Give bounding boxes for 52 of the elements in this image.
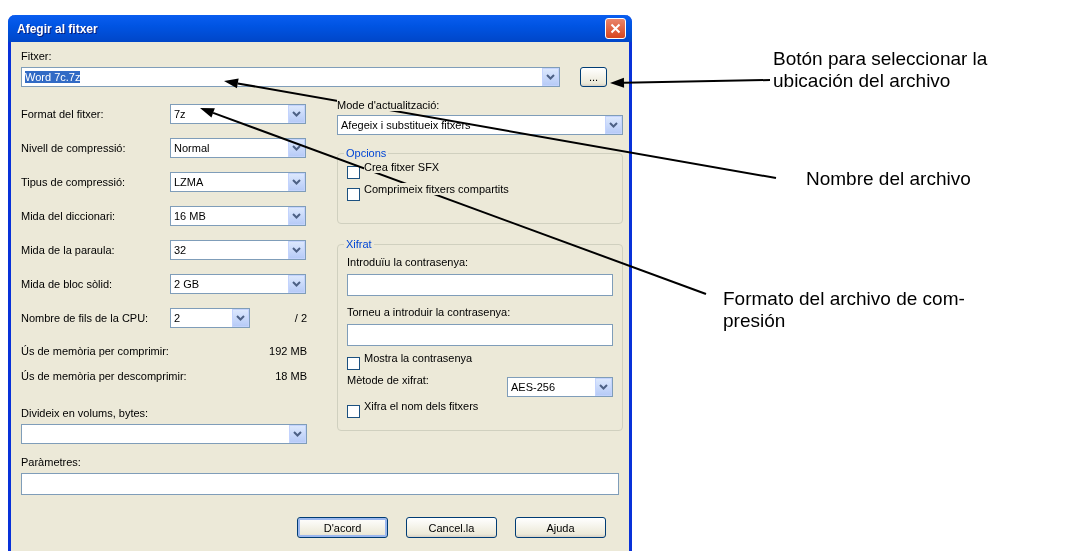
volume-size-combo[interactable] — [21, 424, 307, 444]
parameters-field[interactable] — [21, 473, 619, 495]
field-label: Mida del diccionari: — [21, 210, 117, 222]
setting-combo[interactable]: 2 — [170, 308, 250, 328]
dialog-button[interactable]: Cancel.la — [406, 517, 497, 538]
setting-combo[interactable]: 7z — [170, 104, 306, 124]
checkbox[interactable] — [347, 356, 360, 370]
checkbox[interactable] — [347, 404, 360, 418]
password-field[interactable] — [347, 324, 613, 346]
field-label: Nombre de fils de la CPU: — [21, 312, 150, 324]
checkbox[interactable] — [347, 165, 360, 179]
close-icon — [610, 23, 621, 34]
dialog-button[interactable]: D'acord — [297, 517, 388, 538]
memory-label: Ús de memòria per descomprimir: — [21, 370, 187, 382]
checkbox-label: Crea fitxer SFX — [364, 161, 440, 173]
thread-count: / 2 — [294, 312, 307, 324]
file-name-combo[interactable]: Word 7c.7z — [21, 67, 560, 87]
annotation-text: Nombre del archivo — [806, 168, 971, 190]
memory-value: 18 MB — [275, 370, 307, 382]
checkbox[interactable] — [347, 187, 360, 201]
dialog-button[interactable]: Ajuda — [515, 517, 606, 538]
window-title: Afegir al fitxer — [17, 21, 98, 36]
password-field[interactable] — [347, 274, 613, 296]
setting-combo[interactable]: 16 MB — [170, 206, 306, 226]
memory-label: Ús de memòria per comprimir: — [21, 345, 169, 357]
field-label: Torneu a introduir la contrasenya: — [347, 306, 511, 318]
field-label: Mode d'actualització: — [337, 99, 440, 111]
field-label: Format del fitxer: — [21, 108, 105, 120]
annotation-text: Formato del archivo de com- presión — [723, 288, 965, 332]
field-label: Tipus de compressió: — [21, 176, 127, 188]
checkbox-label: Comprimeix fitxers compartits — [364, 183, 509, 195]
group-title: Xifrat — [345, 238, 373, 250]
setting-combo[interactable]: 2 GB — [170, 274, 306, 294]
field-label: Introduïu la contrasenya: — [347, 256, 469, 268]
encryption-method-combo[interactable]: AES-256 — [507, 377, 613, 397]
checkbox-label: Xifra el nom dels fitxers — [364, 400, 479, 412]
setting-combo[interactable]: 32 — [170, 240, 306, 260]
field-label: Paràmetres: — [21, 456, 81, 468]
setting-combo[interactable]: LZMA — [170, 172, 306, 192]
field-label: Mètode de xifrat: — [347, 374, 429, 386]
group-title: Opcions — [345, 147, 388, 159]
field-label: Nivell de compressió: — [21, 142, 127, 154]
memory-value: 192 MB — [269, 345, 307, 357]
close-button[interactable] — [605, 18, 626, 39]
field-label: Mida de bloc sòlid: — [21, 278, 114, 290]
field-label: Divideix en volums, bytes: — [21, 407, 149, 419]
browse-button[interactable]: ... — [580, 67, 607, 87]
setting-combo[interactable]: Normal — [170, 138, 306, 158]
annotation-text: Botón para seleccionar la ubicación del archivo — [773, 48, 988, 92]
field-label: Fitxer: — [21, 50, 52, 62]
field-label: Mida de la paraula: — [21, 244, 116, 256]
checkbox-label: Mostra la contrasenya — [364, 352, 473, 364]
